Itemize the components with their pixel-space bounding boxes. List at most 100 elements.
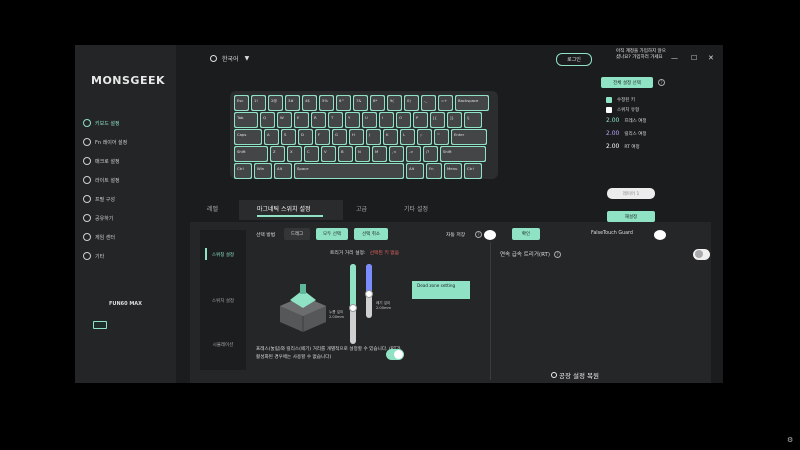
maximize-icon[interactable]: ☐ — [691, 54, 697, 62]
key[interactable]: 6^ — [336, 95, 351, 111]
sidebar-item-share[interactable]: 공유하기 — [83, 211, 173, 225]
key[interactable]: X — [287, 146, 302, 162]
sidebar-item-profile[interactable]: 프필 구성 — [83, 192, 173, 206]
key[interactable]: T — [328, 112, 343, 128]
key[interactable]: Shift — [440, 146, 486, 162]
key[interactable]: Backspace — [455, 95, 489, 111]
signup-prompt[interactable]: 아직 계정을 가입하지 않으셨나요? 가입하러 가세요 — [616, 49, 666, 61]
rapid-trigger-toggle[interactable] — [693, 249, 710, 260]
confirm-button[interactable]: 확인 — [512, 228, 540, 240]
drag-mode-button[interactable]: 드래그 — [284, 228, 310, 240]
key[interactable]: '" — [434, 129, 449, 145]
key[interactable]: U — [362, 112, 377, 128]
subnav-switching[interactable]: 스위칭 설정 — [200, 252, 246, 258]
key[interactable]: Tab — [234, 112, 258, 128]
key[interactable]: V — [321, 146, 336, 162]
deselect-button[interactable]: 선택 취소 — [354, 228, 388, 240]
key[interactable]: 5% — [319, 95, 334, 111]
key[interactable]: G — [332, 129, 347, 145]
key[interactable]: Shift — [234, 146, 268, 162]
key[interactable]: M — [372, 146, 387, 162]
key[interactable]: [{ — [430, 112, 445, 128]
key[interactable]: 0) — [404, 95, 419, 111]
key[interactable]: 8* — [370, 95, 385, 111]
tab-magnetic-switch[interactable]: 마그네틱 스위치 설정 — [257, 204, 311, 213]
tab-other-settings[interactable]: 기타 설정 — [404, 204, 428, 213]
sidebar-item-macro[interactable]: 매크로 설정 — [83, 154, 173, 168]
press-depth-slider[interactable] — [349, 264, 357, 344]
key[interactable]: Menu — [444, 163, 462, 179]
key[interactable]: D — [298, 129, 313, 145]
key[interactable]: \| — [464, 112, 482, 128]
sidebar-item-keyboard-settings[interactable]: 키보드 설정 — [83, 116, 173, 130]
release-depth-handle[interactable] — [365, 290, 373, 298]
key[interactable]: L — [400, 129, 415, 145]
key[interactable]: 9( — [387, 95, 402, 111]
sidebar-item-light[interactable]: 라이트 설정 — [83, 173, 173, 187]
key[interactable]: 7& — [353, 95, 368, 111]
key[interactable]: .> — [406, 146, 421, 162]
login-button[interactable]: 로그인 — [556, 53, 592, 66]
sidebar-item-fn-layer[interactable]: Fn 레이어 설정 — [83, 135, 173, 149]
key[interactable]: /? — [423, 146, 438, 162]
key[interactable]: I — [379, 112, 394, 128]
key[interactable]: B — [338, 146, 353, 162]
key[interactable]: R — [311, 112, 326, 128]
sidebar-item-other[interactable]: 기타 — [83, 249, 173, 263]
key[interactable]: 1! — [251, 95, 266, 111]
press-depth-handle[interactable] — [349, 304, 357, 312]
key[interactable]: Win — [254, 163, 272, 179]
auto-save-toggle[interactable] — [484, 230, 496, 240]
key[interactable]: N — [355, 146, 370, 162]
key[interactable]: Ctrl — [464, 163, 482, 179]
key[interactable]: W — [277, 112, 292, 128]
key[interactable]: 2@ — [268, 95, 283, 111]
select-all-button[interactable]: 모두 선택 — [316, 228, 348, 240]
key[interactable]: P — [413, 112, 428, 128]
key[interactable]: Caps — [234, 129, 262, 145]
layer-select[interactable]: 레이어 1 — [607, 188, 655, 199]
key[interactable]: =+ — [438, 95, 453, 111]
key[interactable]: -_ — [421, 95, 436, 111]
key[interactable]: Enter — [451, 129, 487, 145]
key[interactable]: Space — [294, 163, 404, 179]
select-all-settings-button[interactable]: 전체 설정 선택 — [601, 77, 653, 88]
tab-level[interactable]: 레벨 — [207, 204, 218, 213]
device-keyboard-icon[interactable] — [93, 321, 107, 329]
tab-advanced[interactable]: 고급 — [356, 204, 367, 213]
sidebar-item-game-center[interactable]: 게임 센터 — [83, 230, 173, 244]
separate-distance-toggle[interactable] — [386, 349, 404, 360]
key[interactable]: K — [383, 129, 398, 145]
key[interactable]: Ctrl — [234, 163, 252, 179]
falsetouch-toggle[interactable] — [654, 230, 666, 240]
close-icon[interactable]: ✕ — [708, 54, 714, 62]
key[interactable]: Esc — [234, 95, 249, 111]
key[interactable]: Y — [345, 112, 360, 128]
key[interactable]: H — [349, 129, 364, 145]
release-depth-slider[interactable] — [365, 264, 373, 318]
key[interactable]: Alt — [406, 163, 424, 179]
key[interactable]: ;: — [417, 129, 432, 145]
key[interactable]: Fn — [426, 163, 442, 179]
key[interactable]: O — [396, 112, 411, 128]
key[interactable]: F — [315, 129, 330, 145]
key[interactable]: E — [294, 112, 309, 128]
subnav-switch-settings[interactable]: 스위치 설정 — [200, 298, 246, 304]
key[interactable]: 4$ — [302, 95, 317, 111]
subnav-simulation[interactable]: 시뮬레이션 — [200, 342, 246, 348]
key[interactable]: ,< — [389, 146, 404, 162]
dead-zone-setting-button[interactable]: Dead zone setting — [412, 281, 470, 299]
help-icon[interactable]: ? — [554, 250, 561, 258]
language-selector[interactable]: 한국어 ▼ — [210, 54, 249, 63]
factory-reset-button[interactable]: 공장 설정 복원 — [551, 370, 599, 380]
key[interactable]: J — [366, 129, 381, 145]
help-icon[interactable]: ? — [475, 231, 482, 238]
help-icon[interactable]: ? — [658, 79, 665, 86]
key[interactable]: ]} — [447, 112, 462, 128]
key[interactable]: Alt — [274, 163, 292, 179]
key[interactable]: 3# — [285, 95, 300, 111]
key[interactable]: A — [264, 129, 279, 145]
minimize-icon[interactable]: — — [671, 54, 678, 62]
key[interactable]: Q — [260, 112, 275, 128]
key[interactable]: C — [304, 146, 319, 162]
